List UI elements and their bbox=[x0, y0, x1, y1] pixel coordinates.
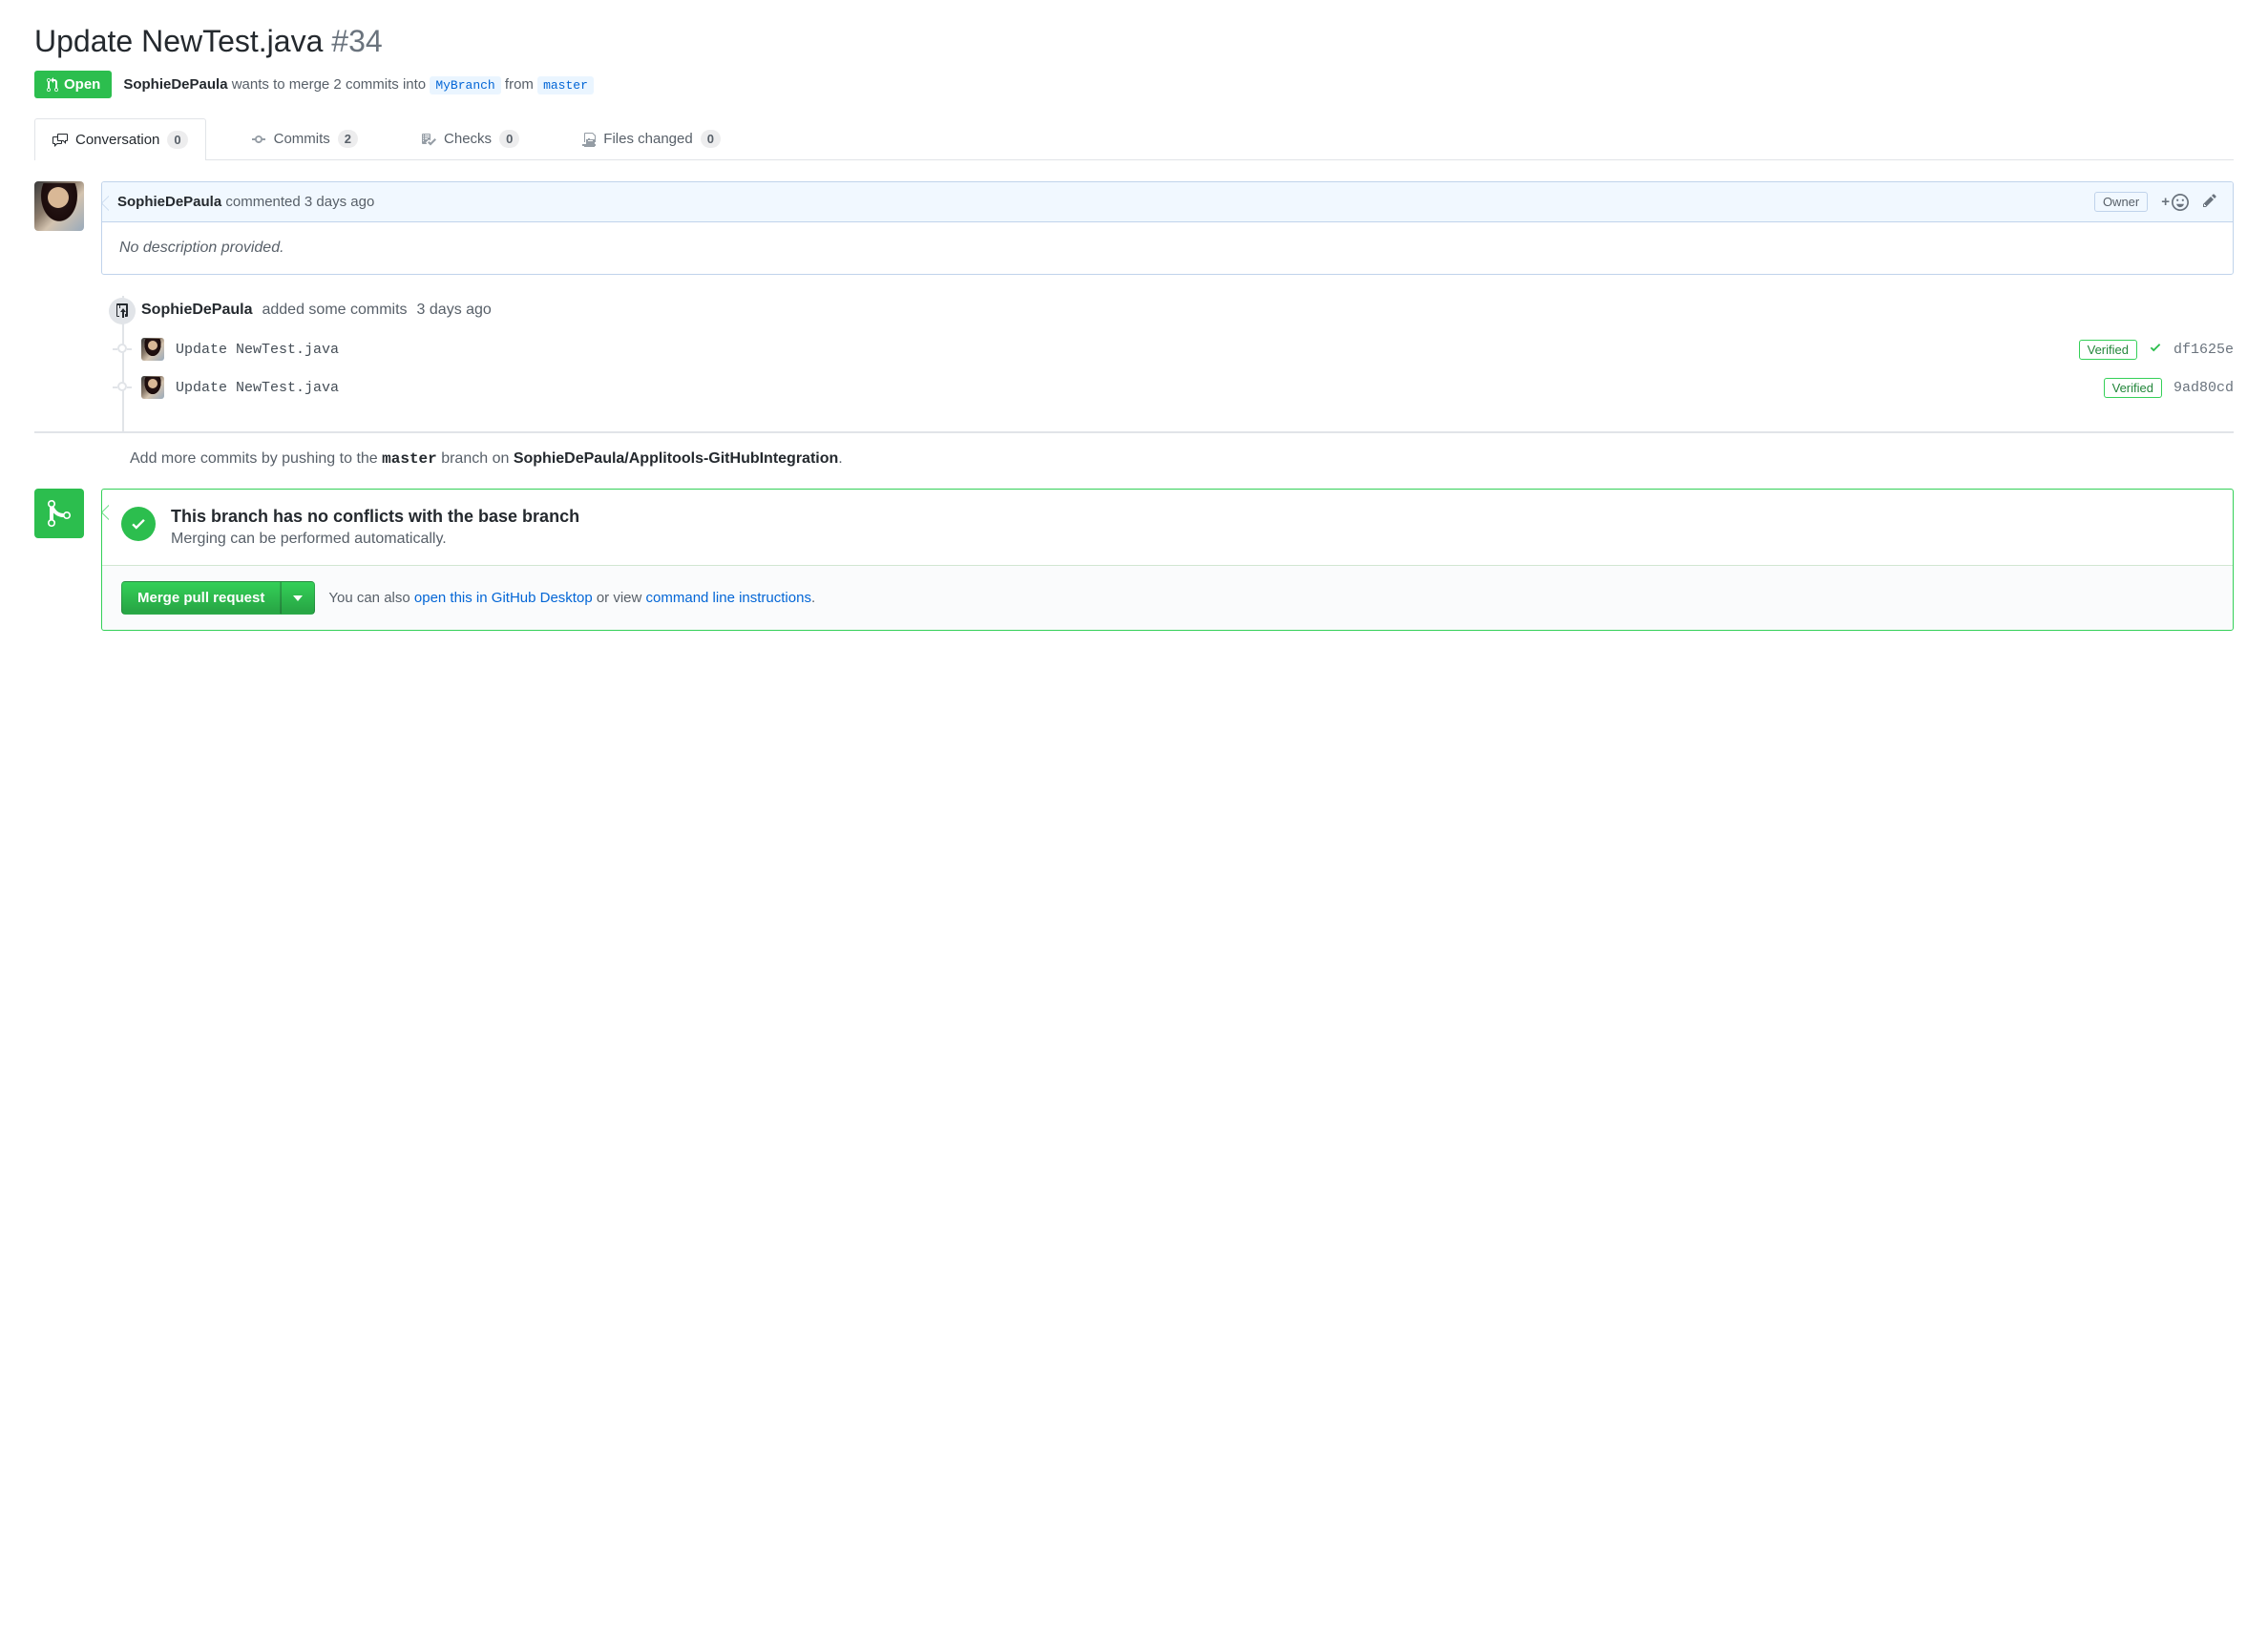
add-reaction-button[interactable]: + bbox=[2161, 194, 2189, 211]
cli-instructions-link[interactable]: command line instructions bbox=[646, 590, 811, 606]
checklist-icon bbox=[421, 132, 436, 147]
check-icon bbox=[130, 515, 147, 532]
comment-discussion-icon bbox=[52, 133, 68, 148]
conversation-count: 0 bbox=[167, 131, 187, 149]
push-hint: Add more commits by pushing to the maste… bbox=[130, 450, 2234, 468]
commit-dot-icon bbox=[117, 344, 127, 353]
comment-box: SophieDePaula commented 3 days ago Owner… bbox=[101, 181, 2234, 275]
comment-author-link[interactable]: SophieDePaula bbox=[117, 194, 221, 210]
merge-status-desc: Merging can be performed automatically. bbox=[171, 531, 579, 548]
open-desktop-link[interactable]: open this in GitHub Desktop bbox=[414, 590, 593, 606]
commits-event-time[interactable]: 3 days ago bbox=[417, 302, 492, 319]
repo-push-icon-badge bbox=[109, 298, 136, 324]
pr-number: #34 bbox=[331, 24, 382, 58]
pr-description: SophieDePaula wants to merge 2 commits i… bbox=[123, 76, 594, 93]
commit-message-link[interactable]: Update NewTest.java bbox=[176, 380, 339, 396]
commits-count: 2 bbox=[338, 130, 358, 148]
git-merge-icon bbox=[46, 498, 73, 529]
pr-title: Update NewTest.java #34 bbox=[34, 23, 2234, 59]
git-pull-request-icon bbox=[46, 77, 59, 93]
state-badge: Open bbox=[34, 71, 112, 98]
head-branch[interactable]: master bbox=[537, 76, 594, 94]
comment-body: No description provided. bbox=[102, 222, 2233, 274]
pr-title-text: Update NewTest.java bbox=[34, 24, 323, 58]
pencil-icon bbox=[2202, 193, 2217, 208]
git-commit-icon bbox=[251, 132, 266, 147]
comment-header-text: SophieDePaula commented 3 days ago bbox=[117, 194, 374, 210]
edit-button[interactable] bbox=[2202, 193, 2217, 212]
check-icon[interactable] bbox=[2149, 341, 2162, 358]
avatar[interactable] bbox=[141, 338, 164, 361]
merge-status-title: This branch has no conflicts with the ba… bbox=[171, 507, 579, 527]
owner-badge: Owner bbox=[2094, 192, 2148, 212]
tabnav: Conversation 0 Commits 2 Checks 0 Files … bbox=[34, 117, 2234, 160]
pr-meta-row: Open SophieDePaula wants to merge 2 comm… bbox=[34, 71, 2234, 98]
merge-badge bbox=[34, 489, 84, 538]
commit-sha-link[interactable]: df1625e bbox=[2174, 342, 2234, 358]
merge-note: You can also open this in GitHub Desktop… bbox=[328, 590, 815, 606]
checks-count: 0 bbox=[499, 130, 519, 148]
merge-options-caret[interactable] bbox=[281, 581, 315, 615]
tab-commits[interactable]: Commits 2 bbox=[233, 117, 376, 159]
smiley-icon bbox=[2172, 194, 2189, 211]
merge-button[interactable]: Merge pull request bbox=[121, 581, 281, 615]
divider bbox=[34, 431, 2234, 433]
commits-event-author[interactable]: SophieDePaula bbox=[141, 302, 252, 319]
commit-message-link[interactable]: Update NewTest.java bbox=[176, 342, 339, 358]
commit-row: Update NewTest.java Verified 9ad80cd bbox=[141, 370, 2234, 408]
verified-badge[interactable]: Verified bbox=[2079, 340, 2137, 360]
triangle-down-icon bbox=[293, 595, 303, 601]
pr-author-link[interactable]: SophieDePaula bbox=[123, 76, 227, 93]
merge-box: This branch has no conflicts with the ba… bbox=[101, 489, 2234, 631]
status-check-circle bbox=[121, 507, 156, 541]
commit-dot-icon bbox=[117, 382, 127, 391]
tab-checks[interactable]: Checks 0 bbox=[403, 117, 537, 159]
avatar[interactable] bbox=[141, 376, 164, 399]
verified-badge[interactable]: Verified bbox=[2104, 378, 2162, 398]
commit-row: Update NewTest.java Verified df1625e bbox=[141, 332, 2234, 370]
repo-push-icon bbox=[116, 303, 129, 319]
avatar[interactable] bbox=[34, 181, 84, 231]
commits-event-header: SophieDePaula added some commits 3 days … bbox=[141, 296, 2234, 332]
state-text: Open bbox=[64, 76, 100, 93]
file-diff-icon bbox=[582, 132, 596, 147]
comment-time[interactable]: 3 days ago bbox=[304, 194, 374, 210]
files-count: 0 bbox=[701, 130, 721, 148]
commit-sha-link[interactable]: 9ad80cd bbox=[2174, 380, 2234, 396]
base-branch[interactable]: MyBranch bbox=[430, 76, 500, 94]
tab-files[interactable]: Files changed 0 bbox=[564, 117, 739, 159]
tab-conversation[interactable]: Conversation 0 bbox=[34, 118, 206, 160]
